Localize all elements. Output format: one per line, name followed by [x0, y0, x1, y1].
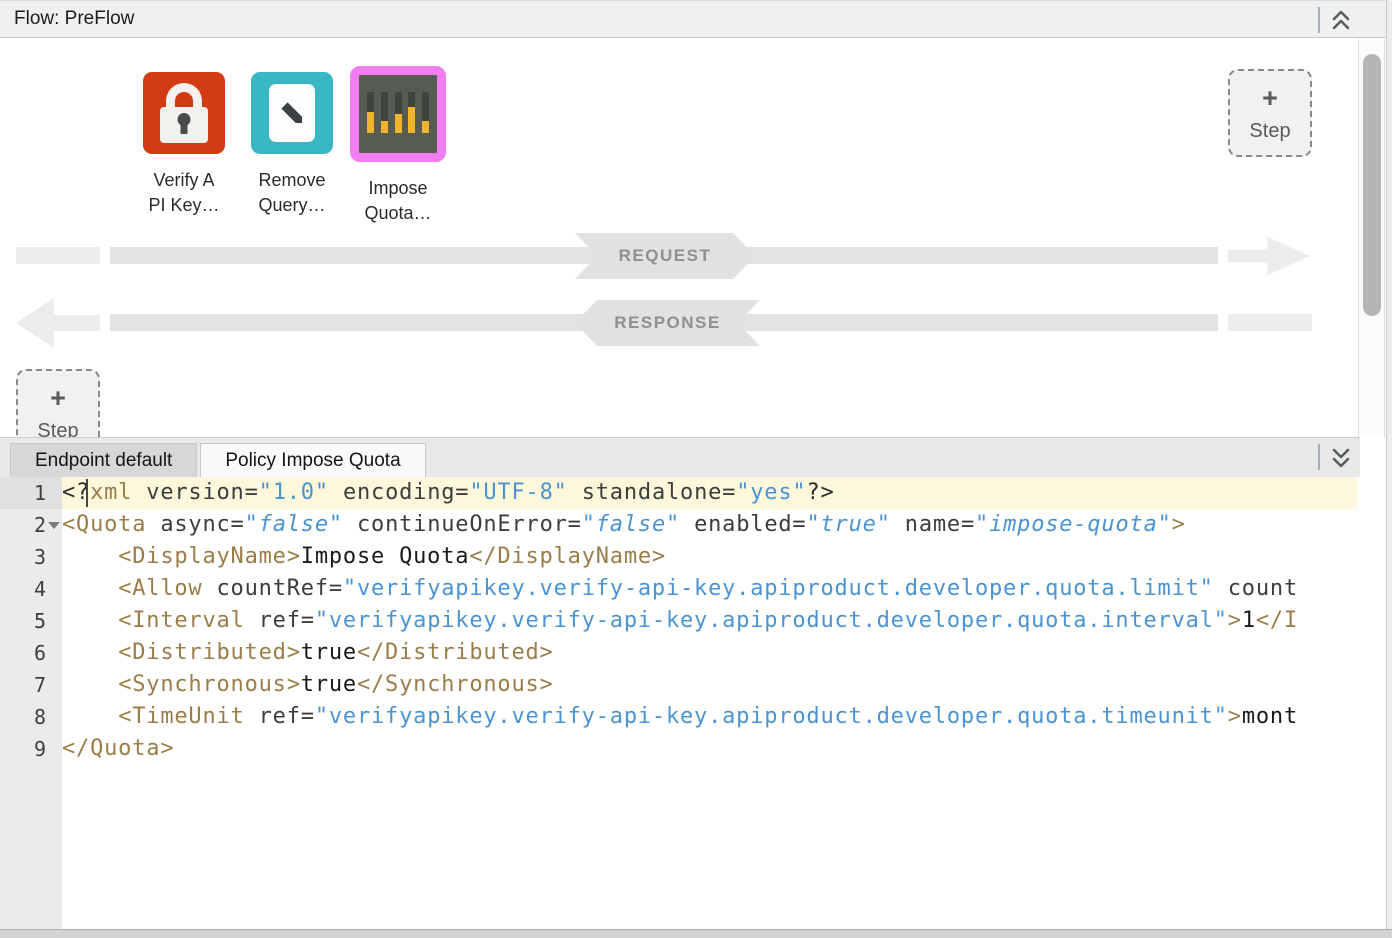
code-line[interactable]: <?xml version="1.0" encoding="UTF-8" sta… — [62, 477, 1357, 509]
code-line[interactable]: </Quota> — [62, 733, 1357, 765]
flow-panel-scrollbar[interactable] — [1358, 39, 1385, 437]
line-number: 2 — [0, 509, 62, 541]
code-line[interactable]: <DisplayName>Impose Quota</DisplayName> — [62, 541, 1357, 573]
flow-title: Flow: PreFlow — [0, 8, 134, 30]
policy-remove-query[interactable]: Remove Query… — [232, 72, 352, 218]
code-line[interactable]: <Quota async="false" continueOnError="fa… — [62, 509, 1357, 541]
policy-verify-api-key[interactable]: Verify A PI Key… — [124, 72, 244, 218]
add-step-button-response[interactable]: + Step — [16, 369, 100, 437]
policy-label: Verify A PI Key… — [124, 168, 244, 218]
policy-impose-quota[interactable]: Impose Quota… — [338, 66, 458, 226]
code-area[interactable]: <?xml version="1.0" encoding="UTF-8" sta… — [62, 477, 1357, 903]
plus-icon: + — [50, 384, 66, 412]
code-line[interactable]: <Synchronous>true</Synchronous> — [62, 669, 1357, 701]
line-number: 7 — [0, 669, 62, 701]
code-editor: 123456789 <?xml version="1.0" encoding="… — [0, 477, 1360, 929]
lock-icon — [143, 72, 225, 154]
collapse-editor-panel-icon[interactable] — [1330, 446, 1352, 470]
response-bar-end-segment — [1228, 314, 1312, 331]
line-number-gutter: 123456789 — [0, 477, 62, 929]
flow-designer-canvas: Verify A PI Key… Remove Query… — [0, 39, 1386, 437]
policy-label: Remove Query… — [232, 168, 352, 218]
request-arrow-right-icon — [1228, 237, 1310, 275]
code-line[interactable]: <Distributed>true</Distributed> — [62, 637, 1357, 669]
scrollbar-thumb[interactable] — [1363, 54, 1381, 316]
collapse-flow-panel-icon[interactable] — [1330, 8, 1352, 32]
request-badge: REQUEST — [575, 233, 755, 279]
plus-icon: + — [1262, 84, 1278, 112]
text-caret — [86, 479, 88, 507]
code-line[interactable]: <Allow countRef="verifyapikey.verify-api… — [62, 573, 1357, 605]
tab-bar-separator — [1318, 444, 1320, 470]
policy-label: Impose Quota… — [338, 176, 458, 226]
window-right-edge — [1386, 0, 1392, 938]
tab-endpoint-default[interactable]: Endpoint default — [10, 443, 197, 477]
pencil-icon — [251, 72, 333, 154]
lock-body — [160, 107, 208, 143]
line-number: 9 — [0, 733, 62, 765]
tab-policy-impose-quota[interactable]: Policy Impose Quota — [200, 443, 425, 477]
request-bar-start-segment — [16, 247, 100, 264]
line-number: 4 — [0, 573, 62, 605]
code-line[interactable]: <TimeUnit ref="verifyapikey.verify-api-k… — [62, 701, 1357, 733]
line-number: 3 — [0, 541, 62, 573]
line-number: 6 — [0, 637, 62, 669]
editor-tab-bar: Endpoint default Policy Impose Quota — [0, 437, 1360, 477]
flow-panel-header: Flow: PreFlow — [0, 0, 1386, 38]
line-number: 5 — [0, 605, 62, 637]
fold-toggle-icon[interactable] — [48, 522, 60, 529]
code-line[interactable]: <Interval ref="verifyapikey.verify-api-k… — [62, 605, 1357, 637]
response-arrow-left-icon — [16, 298, 100, 348]
bar-chart-icon — [350, 66, 446, 162]
line-number: 1 — [0, 477, 62, 509]
window-bottom-edge — [0, 929, 1392, 938]
add-step-button-request[interactable]: + Step — [1228, 69, 1312, 157]
apigee-flow-editor: Flow: PreFlow Verify A PI Key… — [0, 0, 1392, 938]
line-number: 8 — [0, 701, 62, 733]
response-badge: RESPONSE — [575, 300, 760, 346]
header-separator — [1318, 7, 1320, 33]
lock-shackle — [166, 83, 202, 110]
